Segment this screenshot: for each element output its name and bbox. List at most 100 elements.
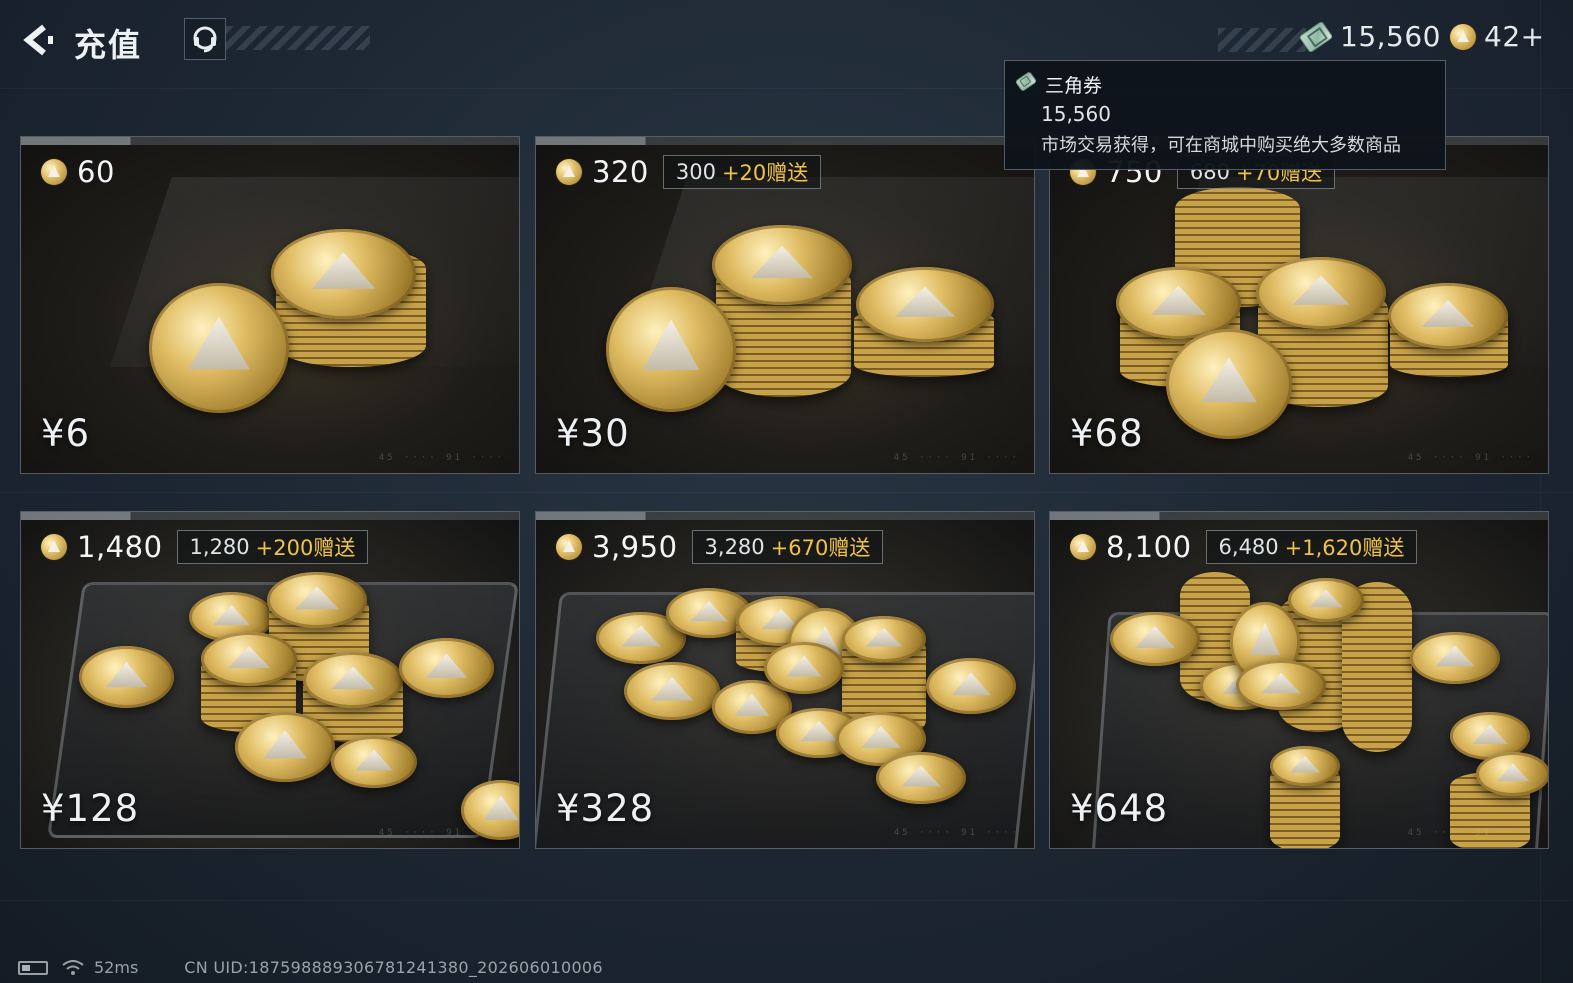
card-top-strip: [21, 137, 519, 145]
package-price: ¥648: [1070, 787, 1169, 830]
coin-balance-value: 42+: [1484, 20, 1545, 53]
bonus-extra: +670赠送: [770, 536, 871, 560]
back-arrow-icon: [23, 24, 53, 56]
package-amount-row: 3,950 3,280 +670赠送: [556, 530, 884, 564]
coin-image: [399, 638, 494, 698]
package-price: ¥68: [1070, 412, 1144, 455]
bonus-base: 300: [675, 160, 716, 184]
triangle-ticket-icon: [1014, 71, 1038, 92]
package-amount: 320: [592, 155, 649, 189]
bonus-badge: 300 +20赠送: [662, 155, 822, 189]
card-serial-text: 45 ···· 91 ····: [893, 828, 1020, 838]
coin-image: [1288, 578, 1364, 622]
coin-image: [606, 287, 736, 412]
package-card-60[interactable]: 60 ¥6 45 ···· 91 ····: [20, 136, 520, 474]
user-uid: CN UID:1875988893067812413​80_2026060100…: [184, 958, 603, 977]
grid-line: [0, 900, 1573, 901]
card-serial-text: 45 ···· 91 ····: [378, 828, 505, 838]
coin-image: [1410, 632, 1500, 684]
ticket-balance-value: 15,560: [1340, 20, 1441, 53]
wifi-icon: [62, 959, 84, 975]
package-price: ¥30: [556, 412, 630, 455]
coin-image: [926, 658, 1016, 714]
coin-image: [712, 225, 852, 305]
coin-image: [1236, 660, 1326, 710]
coin-image: [201, 632, 297, 686]
package-amount: 8,100: [1106, 530, 1192, 564]
bonus-extra: +20赠送: [721, 161, 809, 185]
package-amount: 3,950: [592, 530, 678, 564]
page-title: 充值: [74, 26, 143, 64]
coin-icon: [1070, 534, 1096, 560]
coin-image: [1388, 283, 1508, 349]
triangle-ticket-icon: [1298, 20, 1334, 53]
card-serial-text: 45 ···· 91 ····: [893, 453, 1020, 463]
card-top-strip: [21, 512, 519, 520]
back-button[interactable]: [14, 18, 58, 62]
package-card-320[interactable]: 320 300 +20赠送 ¥30 45 ···· 91 ····: [535, 136, 1035, 474]
package-amount: 1,480: [77, 530, 163, 564]
coin-image: [1270, 746, 1340, 786]
wallet-hatch-decoration: [1218, 28, 1306, 52]
coin-image: [1476, 752, 1548, 796]
coin-icon: [556, 534, 582, 560]
bonus-badge: 6,480 +1,620赠送: [1205, 530, 1418, 564]
coin-icon: [41, 534, 67, 560]
package-price: ¥6: [41, 412, 91, 455]
card-top-strip: [536, 512, 1034, 520]
header-hatch-decoration: [226, 26, 370, 50]
ticket-tooltip: 三角券 15,560 市场交易获得，可在商城中购买绝大多数商品: [1004, 60, 1446, 170]
coin-image: [331, 736, 417, 788]
card-serial-text: 45 ···· 91 ····: [1407, 828, 1534, 838]
coin-image: [876, 752, 966, 804]
bonus-base: 1,280: [189, 535, 250, 559]
coin-image: [79, 646, 174, 708]
coin-icon: [41, 159, 67, 185]
coin-image: [842, 616, 926, 662]
package-amount: 60: [77, 155, 115, 189]
package-amount-row: 60: [41, 155, 115, 189]
tooltip-description: 市场交易获得，可在商城中购买绝大多数商品: [1041, 135, 1401, 156]
bonus-base: 3,280: [704, 535, 765, 559]
card-serial-text: 45 ···· 91 ····: [1407, 453, 1534, 463]
coin-image: [149, 283, 289, 413]
package-price: ¥128: [41, 787, 140, 830]
headset-icon: [193, 26, 217, 53]
bonus-badge: 3,280 +670赠送: [691, 530, 884, 564]
bonus-extra: +1,620赠送: [1284, 536, 1405, 560]
customer-service-button[interactable]: [184, 18, 226, 60]
coin-balance[interactable]: 42+: [1450, 20, 1545, 53]
battery-icon: [18, 960, 48, 975]
coin-image: [1256, 257, 1386, 329]
coin-image: [856, 267, 994, 342]
coin-image: [303, 652, 403, 708]
coin-image: [1166, 329, 1292, 439]
coin-image: [1116, 267, 1241, 339]
ticket-balance[interactable]: 15,560: [1298, 20, 1441, 53]
package-amount-row: 320 300 +20赠送: [556, 155, 822, 189]
recharge-screen: { "header": { "title": "充值" }, "wallet":…: [0, 0, 1573, 983]
bonus-extra: +200赠送: [255, 536, 356, 560]
grid-line: [0, 492, 1573, 493]
package-card-3950[interactable]: 3,950 3,280 +670赠送 ¥328 45 ···· 91 ····: [535, 511, 1035, 849]
bonus-base: 6,480: [1218, 535, 1279, 559]
package-card-750[interactable]: 750 680 +70赠送 ¥68 45 ···· 91 ····: [1049, 136, 1549, 474]
package-card-1480[interactable]: 1,480 1,280 +200赠送 ¥128 45 ···· 91 ····: [20, 511, 520, 849]
package-amount-row: 1,480 1,280 +200赠送: [41, 530, 369, 564]
coin-icon: [1450, 23, 1476, 50]
package-card-8100[interactable]: 8,100 6,480 +1,620赠送 ¥648 45 ···· 91 ···…: [1049, 511, 1549, 849]
ping-value: 52ms: [94, 958, 139, 977]
coin-image: [267, 572, 367, 628]
status-bar: 52ms CN UID:1875988893067812413​80_20260…: [18, 958, 603, 977]
coin-image: [271, 229, 416, 319]
coin-image: [235, 712, 335, 782]
coin-image: [624, 662, 720, 720]
package-amount-row: 8,100 6,480 +1,620赠送: [1070, 530, 1418, 564]
package-price: ¥328: [556, 787, 655, 830]
bonus-badge: 1,280 +200赠送: [176, 530, 369, 564]
card-top-strip: [536, 137, 1034, 145]
card-serial-text: 45 ···· 91 ····: [378, 453, 505, 463]
coin-image: [1110, 612, 1200, 666]
coin-icon: [556, 159, 582, 185]
tooltip-title: 三角券: [1045, 75, 1103, 97]
